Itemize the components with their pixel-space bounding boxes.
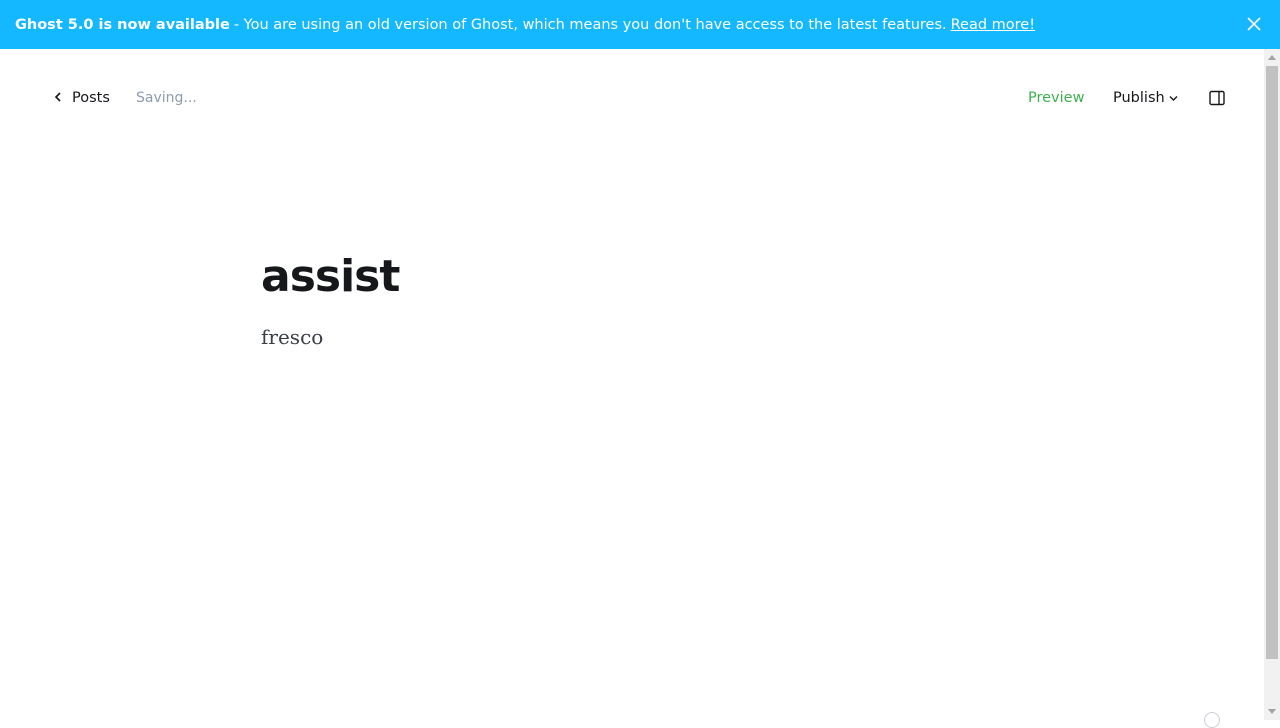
banner-headline: Ghost 5.0 is now available (15, 16, 230, 33)
banner-message: - You are using an old version of Ghost,… (233, 16, 947, 33)
publish-label: Publish (1113, 90, 1165, 106)
back-to-posts-link[interactable]: Posts (54, 90, 110, 106)
scrollbar-thumb[interactable] (1266, 66, 1278, 659)
publish-button[interactable]: Publish (1113, 90, 1178, 106)
preview-button[interactable]: Preview (1028, 90, 1084, 106)
post-body-editor[interactable]: fresco (261, 322, 1001, 352)
help-icon[interactable] (1204, 712, 1220, 728)
chevron-left-icon (54, 90, 72, 106)
close-icon[interactable] (1246, 16, 1262, 32)
editor-canvas: assist fresco (261, 246, 1001, 352)
read-more-link[interactable]: Read more! (951, 17, 1035, 33)
save-status: Saving... (136, 90, 197, 106)
update-banner: Ghost 5.0 is now available - You are usi… (0, 0, 1280, 49)
editor-header: Posts Saving... Preview Publish (0, 49, 1264, 149)
page-scrollbar[interactable] (1264, 49, 1280, 720)
back-label: Posts (72, 90, 110, 106)
chevron-down-icon (1165, 90, 1178, 106)
scroll-up-arrow-icon[interactable] (1268, 55, 1276, 60)
scroll-down-arrow-icon[interactable] (1268, 709, 1276, 714)
sidebar-toggle-icon[interactable] (1209, 90, 1225, 106)
post-title-field[interactable]: assist (261, 246, 1001, 308)
